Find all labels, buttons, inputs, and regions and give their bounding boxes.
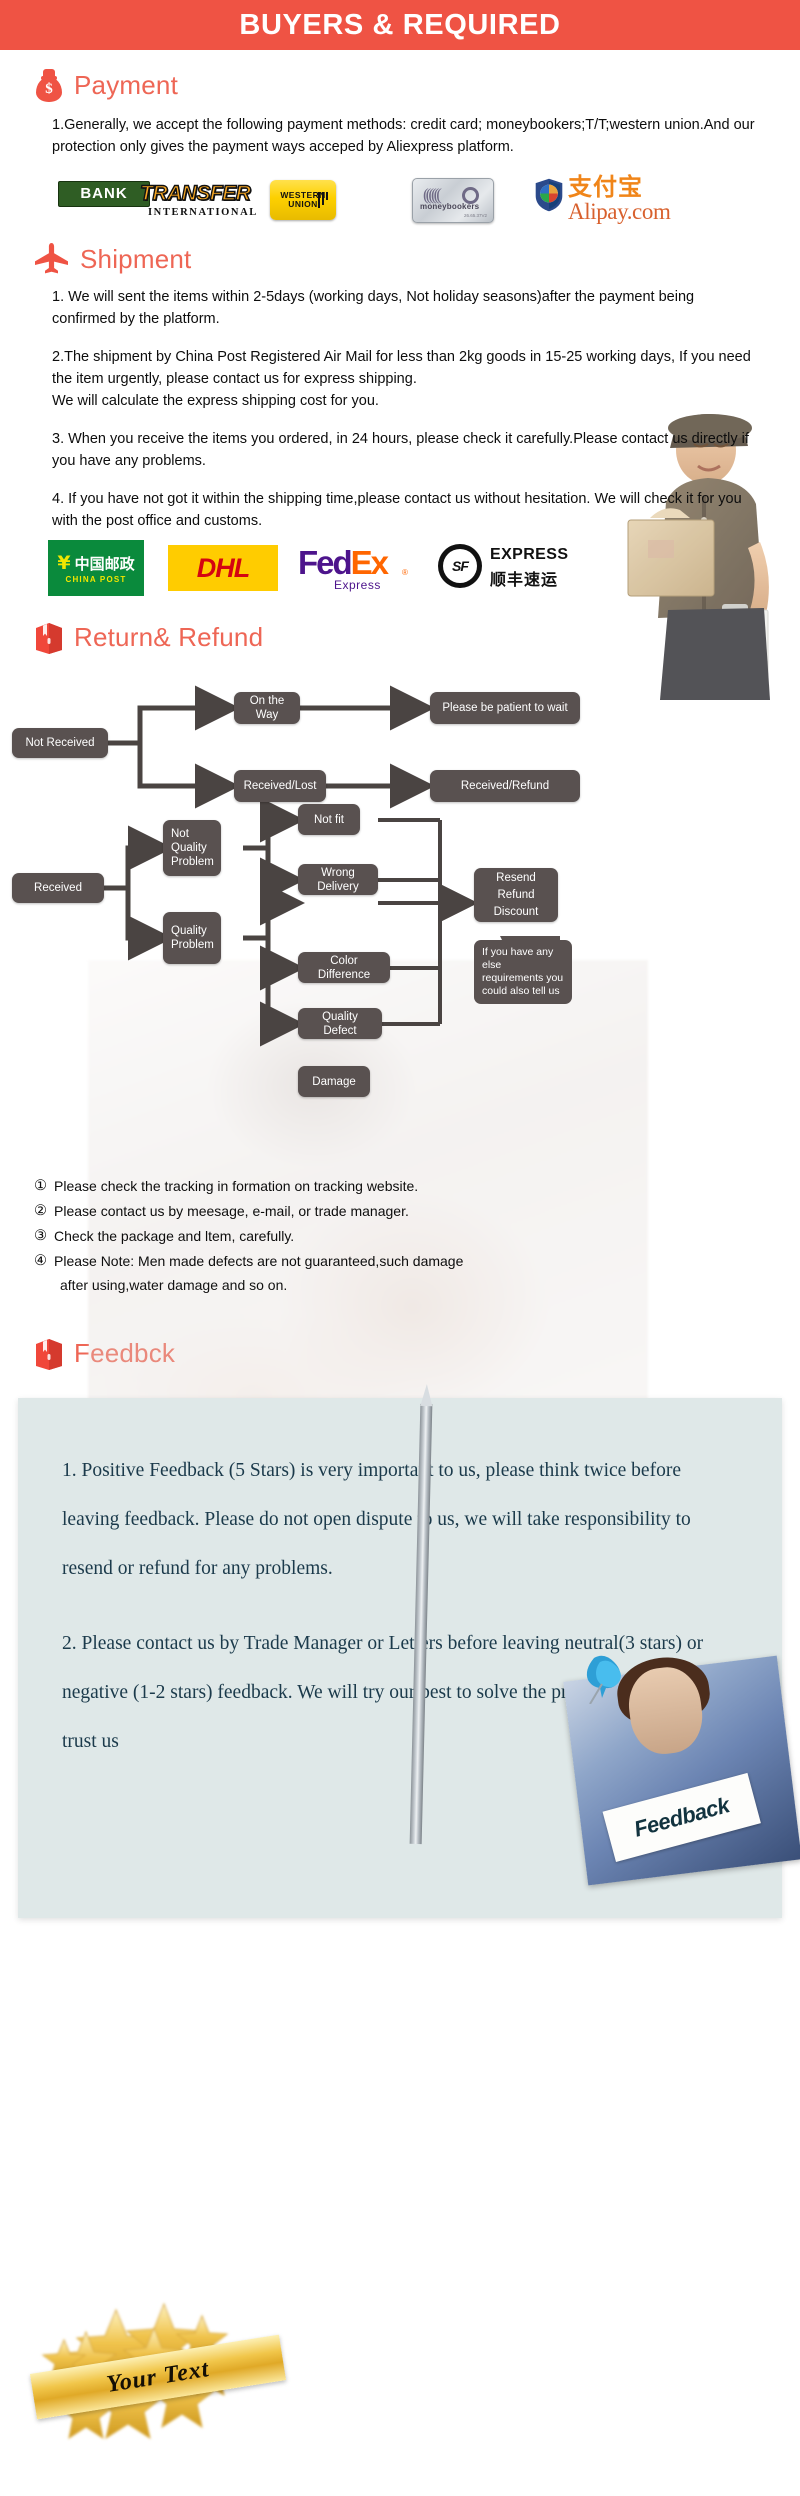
shipment-section-header: Shipment: [0, 242, 800, 276]
shipment-paragraph-3: 3. When you receive the items you ordere…: [52, 431, 749, 469]
badge-label: Your Text: [104, 2355, 212, 2398]
moneybookers-logo: (((((( moneybookers 26.65.37V2: [378, 177, 528, 223]
fedex-subtitle: Express: [334, 578, 381, 592]
flow-node-not-received: Not Received: [12, 728, 108, 758]
flow-node-not-quality-problem: Not Quality Problem: [163, 820, 221, 876]
alipay-shield-icon: [535, 178, 563, 212]
page-banner: BUYERS & REQUIRED: [0, 0, 800, 50]
sf-chinese: 顺丰速运: [490, 570, 559, 589]
shipment-paragraph-1: 1. We will sent the items within 2-5days…: [52, 289, 695, 327]
sf-express-logo: SF EXPRESS 顺丰速运: [438, 540, 598, 596]
note-marker-2: ②: [34, 1203, 47, 1219]
china-post-english: CHINA POST: [65, 574, 127, 584]
list-item: ① Please check the tracking in formation…: [34, 1174, 770, 1199]
flow-node-please-wait: Please be patient to wait: [430, 692, 580, 724]
note-text-4-continued: after using,water damage and so on.: [60, 1277, 288, 1293]
fedex-part1: Fed: [298, 544, 353, 581]
western-union-logo: WESTERN UNION: [228, 180, 378, 220]
china-post-chinese: 中国邮政: [74, 554, 135, 573]
flow-node-received-refund: Received/Refund: [430, 770, 580, 802]
page-title: BUYERS & REQUIRED: [239, 8, 561, 41]
returns-heading: Return& Refund: [74, 621, 264, 652]
payment-heading: Payment: [74, 69, 179, 100]
money-bag-icon: $: [34, 68, 64, 102]
alipay-domain-text: Alipay.com: [568, 199, 671, 224]
china-post-emblem-icon: ¥: [57, 551, 71, 574]
flowchart-connectors: [100, 685, 560, 1047]
flow-node-quality-defect: Quality Defect: [298, 1008, 382, 1039]
package-box-icon: [36, 1339, 62, 1370]
flow-node-damage: Damage: [298, 1066, 370, 1097]
flow-node-received-lost: Received/Lost: [234, 770, 326, 802]
your-text-badge: Your Text: [24, 2298, 294, 2448]
payment-paragraph: 1.Generally, we accept the following pay…: [52, 117, 755, 155]
airplane-icon: [35, 243, 68, 274]
dhl-logo: DHL: [168, 545, 298, 591]
pushpin-icon: [586, 1655, 621, 1704]
flow-node-on-the-way: On the Way: [234, 692, 300, 724]
payment-section-header: $ Payment: [0, 68, 800, 102]
moneybookers-serial: 26.65.37V2: [463, 212, 487, 218]
bank-transfer-primary: BANK: [80, 185, 128, 202]
note-text-4: Please Note: Men made defects are not gu…: [54, 1253, 464, 1269]
payment-logo-row: BANK TRANSFER INTERNATIONAL WESTERN UNIO…: [0, 158, 800, 228]
fedex-part2: Ex: [350, 544, 389, 581]
bank-transfer-logo: BANK TRANSFER INTERNATIONAL: [48, 177, 256, 223]
alipay-chinese-text: 支付宝: [568, 173, 643, 201]
shipment-heading: Shipment: [80, 243, 192, 274]
dhl-label: DHL: [196, 552, 250, 583]
product-description-page: BUYERS & REQUIRED $ Payment 1.Generally,…: [0, 0, 800, 2496]
sf-mark: SF: [452, 558, 469, 574]
feedback-sign-label: Feedback: [631, 1792, 732, 1842]
note-marker-3: ③: [34, 1228, 47, 1244]
note-marker-1: ①: [34, 1178, 47, 1194]
flow-node-received: Received: [12, 873, 104, 903]
feedback-section-header: Feedbck: [0, 1336, 800, 1370]
flow-node-quality-problem: Quality Problem: [163, 912, 221, 964]
returns-flowchart: Not Received On the Way Please be patien…: [0, 668, 800, 1168]
alipay-logo: 支付宝 Alipay.com: [528, 172, 708, 228]
flow-node-resend-refund-discount: Resend Refund Discount: [474, 868, 558, 922]
returns-notes-list: ① Please check the tracking in formation…: [0, 1168, 800, 1296]
note-marker-4: ④: [34, 1253, 47, 1269]
fedex-logo: FedEx ® Express: [298, 540, 438, 596]
flow-node-wrong-delivery: Wrong Delivery: [298, 864, 378, 895]
note-text-3: Check the package and ltem, carefully.: [54, 1228, 295, 1244]
returns-section-header: Return& Refund: [0, 620, 800, 654]
list-item: ③ Check the package and ltem, carefully.: [34, 1224, 770, 1249]
sf-english: EXPRESS: [490, 546, 569, 563]
shipment-paragraph-4: 4. If you have not got it within the shi…: [52, 491, 742, 529]
feedback-heading: Feedbck: [74, 1337, 176, 1368]
flow-node-color-difference: Color Difference: [298, 952, 390, 983]
shipment-paragraph-2: 2.The shipment by China Post Registered …: [52, 349, 751, 409]
note-text-2: Please contact us by meesage, e-mail, or…: [54, 1203, 409, 1219]
china-post-logo: ¥ 中国邮政 CHINA POST: [48, 540, 168, 596]
fedex-registered-mark: ®: [402, 568, 408, 577]
feedback-paragraph-1: 1. Positive Feedback (5 Stars) is very i…: [62, 1460, 691, 1579]
moneybookers-label: moneybookers: [420, 201, 480, 211]
list-item: ④ Please Note: Men made defects are not …: [34, 1249, 770, 1274]
package-box-icon: [36, 623, 62, 654]
list-item: ② Please contact us by meesage, e-mail, …: [34, 1199, 770, 1224]
western-union-bars-icon: [318, 192, 328, 208]
note-text-1: Please check the tracking in formation o…: [54, 1178, 419, 1194]
carrier-logo-row: ¥ 中国邮政 CHINA POST DHL FedEx ® Express SF…: [0, 532, 800, 596]
flow-callout-extra-requirements: If you have any else requirements you co…: [474, 940, 572, 1004]
flow-node-not-fit: Not fit: [298, 804, 360, 835]
feedback-sign: Feedback: [602, 1772, 761, 1862]
